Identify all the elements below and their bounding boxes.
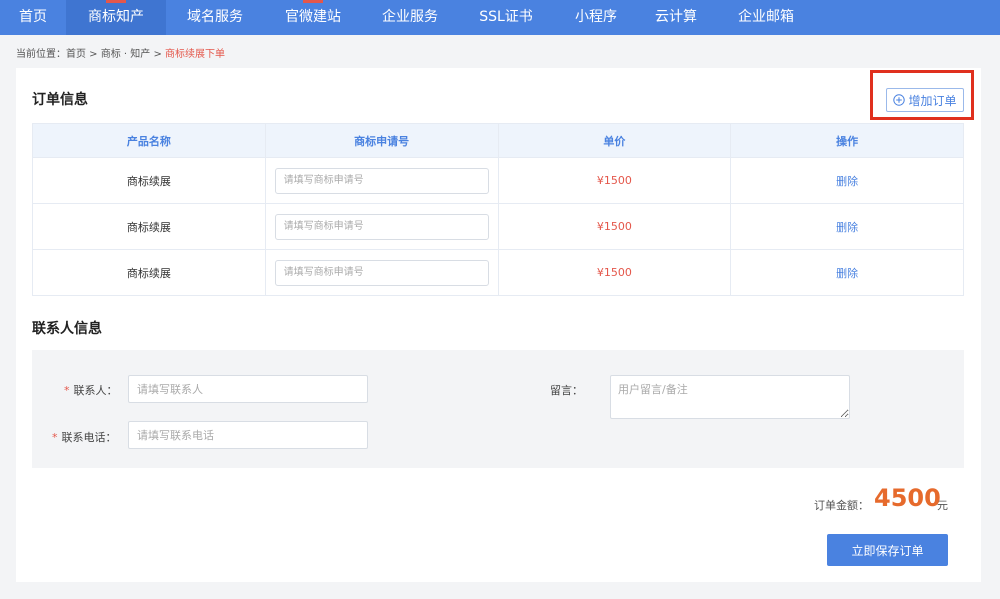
highlight-box [870,70,974,120]
nav-item-domain[interactable]: 域名服务 [166,0,264,35]
price-cell: ¥1500 [497,249,732,296]
nav-item-label: 商标知产 [88,9,144,25]
contact-form: *联系人： *联系电话： 留言： [32,350,964,468]
nav-item-miniprogram[interactable]: 小程序 [554,0,638,35]
trademark-number-input[interactable] [274,259,489,286]
nav-item-cloud[interactable]: 云计算 [638,0,714,35]
column-header-product: 产品名称 [32,123,266,158]
nav-item-trademark[interactable]: 商标知产 [66,0,166,35]
number-cell [264,249,499,296]
nav-item-email[interactable]: 企业邮箱 [714,0,818,35]
breadcrumb-separator: > [150,49,166,60]
order-table: 产品名称 商标申请号 单价 操作 商标续展 ¥1500 删除 商标续展 ¥150… [32,123,964,296]
trademark-number-input[interactable] [274,167,489,194]
total-amount: 4500 [874,484,941,512]
delete-link[interactable]: 删除 [730,203,964,250]
number-cell [264,157,499,204]
table-row: 商标续展 ¥1500 删除 [32,203,964,250]
nav-item-ssl[interactable]: SSL证书 [458,0,554,35]
nav-item-website[interactable]: 官微建站 [264,0,362,35]
order-section-title: 订单信息 [32,92,88,108]
nav-hot-mark [106,0,126,3]
nav-item-enterprise[interactable]: 企业服务 [362,0,458,35]
contact-label: * 联系人： [64,382,118,398]
required-mark: * [64,384,70,397]
table-row: 商标续展 ¥1500 删除 [32,157,964,204]
save-order-button[interactable]: 立即保存订单 [827,534,948,566]
breadcrumb-separator: > [86,49,101,60]
product-name-cell: 商标续展 [32,157,266,204]
order-panel: 订单信息 增加订单 产品名称 商标申请号 单价 操作 商标续展 ¥1500 删除 [16,68,981,582]
table-header-row: 产品名称 商标申请号 单价 操作 [32,123,964,158]
table-row: 商标续展 ¥1500 删除 [32,249,964,296]
total-label: 订单金额： [814,499,869,512]
number-cell [264,203,499,250]
contact-label-text: 联系人： [73,384,118,397]
contact-phone-input[interactable] [128,421,368,449]
required-mark: * [52,431,58,444]
note-textarea[interactable] [610,375,850,419]
phone-label-text: 联系电话： [61,431,117,444]
column-header-number: 商标申请号 [264,123,499,158]
breadcrumb-category[interactable]: 商标 · 知产 [101,49,151,60]
breadcrumb-current: 商标续展下单 [165,49,226,60]
total-unit: 元 [937,499,948,512]
breadcrumb-home[interactable]: 首页 [66,49,86,60]
product-name-cell: 商标续展 [32,249,266,296]
column-header-price: 单价 [497,123,732,158]
breadcrumb: 当前位置：首页 > 商标 · 知产 > 商标续展下单 [16,45,225,60]
column-header-action: 操作 [730,123,964,158]
contact-section-title: 联系人信息 [32,321,102,337]
delete-link[interactable]: 删除 [730,157,964,204]
nav-item-home[interactable]: 首页 [0,0,66,35]
delete-link[interactable]: 删除 [730,249,964,296]
contact-name-input[interactable] [128,375,368,403]
trademark-number-input[interactable] [274,213,489,240]
phone-label: * 联系电话： [52,429,117,445]
nav-hot-mark [303,0,323,3]
top-nav: 首页 商标知产 域名服务 官微建站 企业服务 SSL证书 小程序 云计算 企业邮… [0,0,1000,35]
nav-item-label: 官微建站 [285,9,341,25]
price-cell: ¥1500 [497,157,732,204]
breadcrumb-prefix: 当前位置： [16,49,66,60]
price-cell: ¥1500 [497,203,732,250]
note-label: 留言： [550,384,583,397]
product-name-cell: 商标续展 [32,203,266,250]
